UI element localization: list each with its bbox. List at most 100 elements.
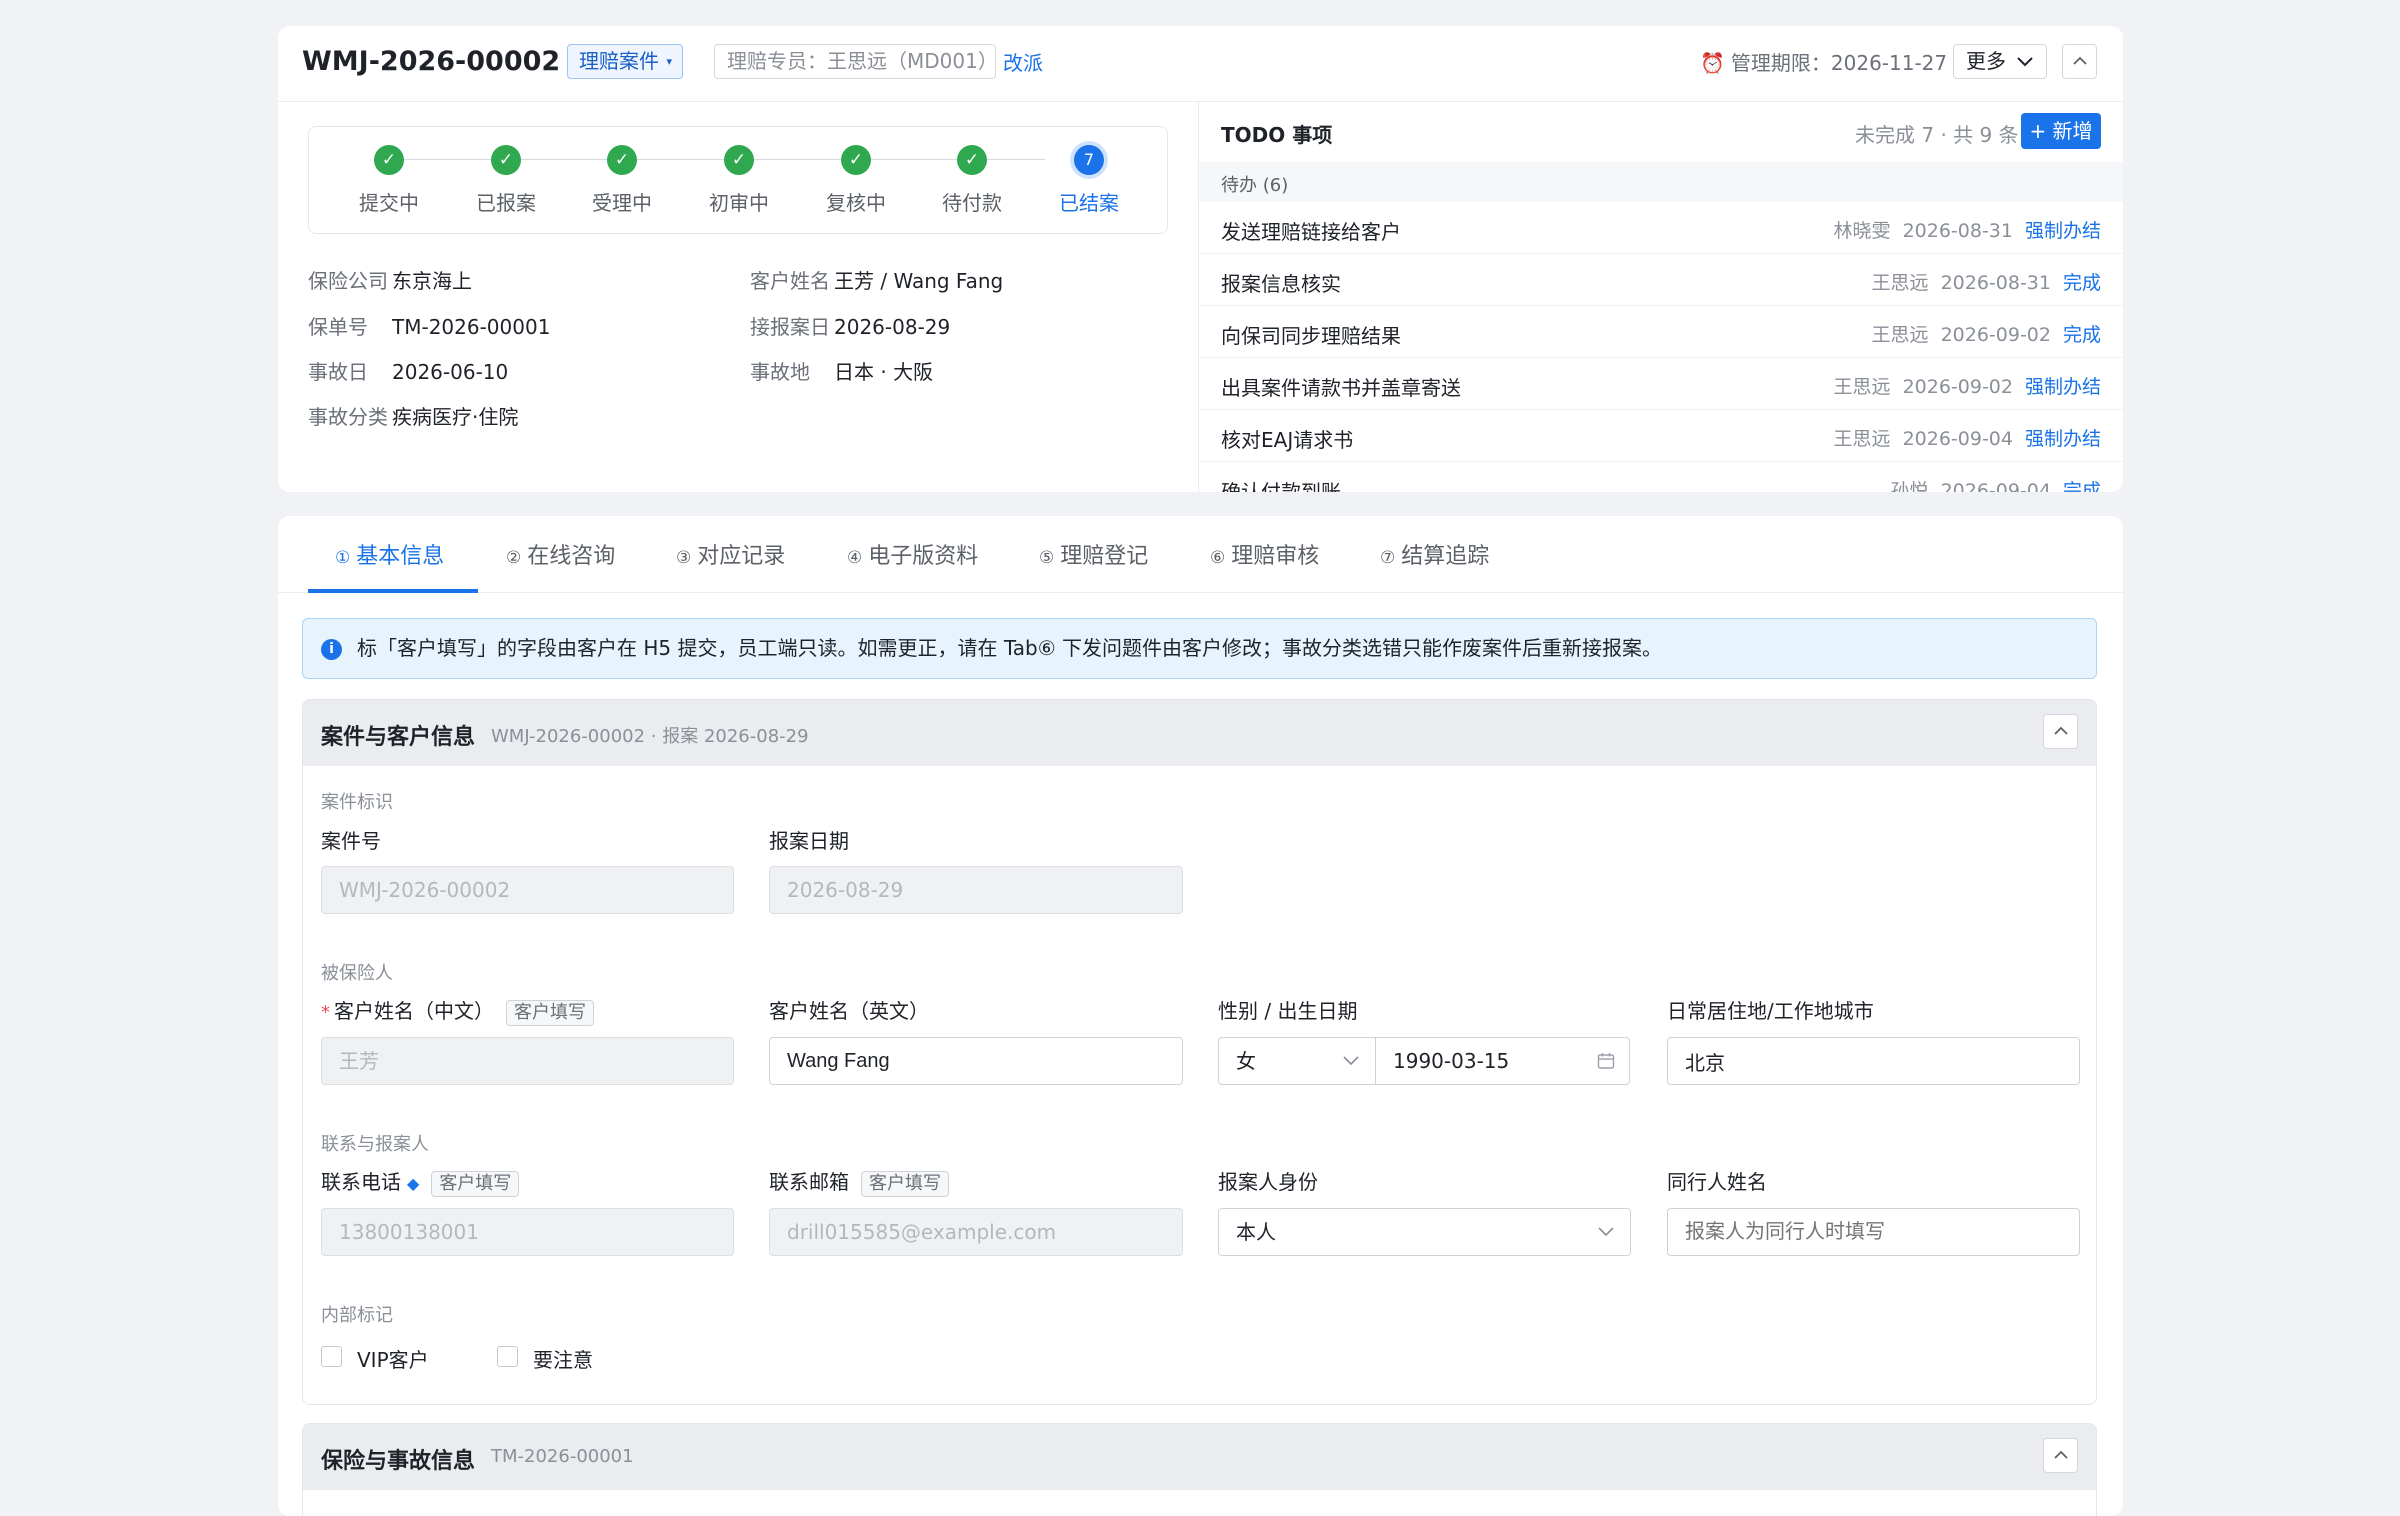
tab-claim-review[interactable]: ⑥ 理赔审核: [1210, 538, 1319, 570]
tab-settlement-tracking[interactable]: ⑦ 结算追踪: [1380, 538, 1489, 570]
todo-force-close-link[interactable]: 强制办结: [2025, 428, 2101, 450]
attention-checkbox[interactable]: [497, 1346, 518, 1367]
step-label: 提交中: [359, 191, 419, 215]
add-todo-button[interactable]: + 新增: [2021, 113, 2101, 149]
reassign-link[interactable]: 改派: [1003, 47, 1043, 76]
collapse-section-button[interactable]: [2043, 714, 2078, 749]
tab-claim-register[interactable]: ⑤ 理赔登记: [1039, 538, 1148, 570]
todo-complete-link[interactable]: 完成: [2063, 480, 2101, 492]
chevron-down-icon: [1343, 1056, 1359, 1066]
todo-complete-link[interactable]: 完成: [2063, 272, 2101, 294]
info-label: 保险公司: [308, 269, 388, 293]
step-label: 初审中: [709, 191, 769, 215]
info-notice: i 标「客户填写」的字段由客户在 H5 提交，员工端只读。如需更正，请在 Tab…: [302, 618, 2097, 679]
info-value: TM-2026-00001: [392, 315, 551, 339]
email-field: drill015585@example.com: [769, 1208, 1183, 1256]
info-value: 2026-06-10: [392, 360, 509, 384]
tab-bar: ① 基本信息 ② 在线咨询 ③ 对应记录 ④ 电子版资料 ⑤ 理赔登记 ⑥ 理赔审核 ⑦ 结算…: [278, 516, 2123, 593]
info-label: 保单号: [308, 315, 368, 339]
vip-checkbox[interactable]: [321, 1346, 342, 1367]
required-asterisk: *: [321, 1002, 330, 1023]
step-check-icon: ✓: [374, 145, 404, 175]
step-submitted: ✓ 提交中: [334, 145, 444, 216]
todo-item: 发送理赔链接给客户 林晓雯 2026-08-31 强制办结: [1199, 202, 2123, 254]
case-type-select[interactable]: 理赔案件 ▾: [567, 44, 683, 79]
todo-item: 向保司同步理赔结果 王思远 2026-09-02 完成: [1199, 306, 2123, 358]
todo-due-date: 2026-09-02: [1940, 324, 2051, 346]
companion-input[interactable]: [1667, 1208, 2080, 1256]
email-label: 联系邮箱 客户填写: [769, 1166, 949, 1197]
info-category: 事故分类 疾病医疗·住院: [308, 401, 518, 430]
info-accident-date: 事故日 2026-06-10: [308, 356, 508, 385]
customer-fill-tag: 客户填写: [861, 1171, 949, 1197]
name-cn-label-text: 客户姓名（中文）: [334, 999, 494, 1023]
step-check-icon: ✓: [841, 145, 871, 175]
chevron-up-icon: [2054, 726, 2068, 735]
step-check-icon: ✓: [957, 145, 987, 175]
notice-text: 标「客户填写」的字段由客户在 H5 提交，员工端只读。如需更正，请在 Tab⑥ …: [357, 636, 1662, 660]
info-value: 疾病医疗·住院: [392, 405, 519, 429]
tab-number: ④: [847, 548, 863, 568]
section-subtitle: WMJ-2026-00002 · 报案 2026-08-29: [491, 726, 809, 747]
tab-electronic-docs[interactable]: ④ 电子版资料: [847, 538, 978, 570]
step-check-icon: ✓: [724, 145, 754, 175]
todo-item-title: 发送理赔链接给客户: [1221, 220, 1401, 244]
todo-complete-link[interactable]: 完成: [2063, 324, 2101, 346]
name-en-input[interactable]: [769, 1037, 1183, 1085]
case-customer-section: 案件与客户信息 WMJ-2026-00002 · 报案 2026-08-29 案…: [302, 699, 2097, 1405]
group-label-contact: 联系与报案人: [321, 1134, 429, 1155]
todo-force-close-link[interactable]: 强制办结: [2025, 376, 2101, 398]
group-label-flags: 内部标记: [321, 1305, 393, 1326]
gender-select[interactable]: 女: [1218, 1037, 1376, 1085]
todo-group-header: 待办 (6): [1199, 162, 2123, 202]
phone-field: 13800138001: [321, 1208, 734, 1256]
info-value: 东京海上: [392, 269, 472, 293]
tab-number: ①: [335, 548, 351, 568]
section-title: 案件与客户信息: [321, 725, 476, 750]
info-value: 王芳 / Wang Fang: [834, 269, 1004, 293]
reporter-select[interactable]: 本人: [1218, 1208, 1631, 1256]
tab-label: 在线咨询: [527, 544, 616, 569]
tab-label: 理赔审核: [1231, 544, 1320, 569]
todo-item-title: 向保司同步理赔结果: [1221, 324, 1401, 348]
calendar-icon: [1597, 1053, 1615, 1069]
step-re-review: ✓ 复核中: [801, 145, 911, 216]
todo-assignee: 王思远: [1871, 324, 1929, 346]
chevron-up-icon: [2054, 1450, 2068, 1459]
customer-fill-tag: 客户填写: [431, 1171, 520, 1197]
city-input[interactable]: [1667, 1037, 2080, 1085]
tab-basic-info[interactable]: ① 基本信息: [335, 538, 444, 570]
todo-title: TODO 事项: [1221, 123, 1333, 147]
tab-label: 理赔登记: [1060, 544, 1149, 569]
tab-response-log[interactable]: ③ 对应记录: [676, 538, 785, 570]
collapse-section-button[interactable]: [2043, 1438, 2078, 1473]
step-pending-payment: ✓ 待付款: [917, 145, 1027, 216]
todo-item: 出具案件请款书并盖章寄送 王思远 2026-09-02 强制办结: [1199, 358, 2123, 410]
group-label-case-id: 案件标识: [321, 792, 393, 813]
step-label: 待付款: [942, 191, 1002, 215]
chevron-up-icon: [2073, 56, 2087, 65]
step-reported: ✓ 已报案: [451, 145, 561, 216]
tab-online-consult[interactable]: ② 在线咨询: [506, 538, 615, 570]
handler-field: 理赔专员：王思远（MD001）: [714, 44, 998, 79]
todo-item-title: 报案信息核实: [1221, 272, 1341, 296]
case-no-field: WMJ-2026-00002: [321, 866, 734, 914]
step-check-icon: ✓: [607, 145, 637, 175]
dob-date-picker[interactable]: 1990-03-15: [1375, 1037, 1630, 1085]
companion-label: 同行人姓名: [1667, 1170, 1767, 1194]
report-date-label: 报案日期: [769, 829, 849, 853]
todo-due-date: 2026-09-04: [1940, 480, 2051, 492]
info-customer: 客户姓名 王芳 / Wang Fang: [750, 265, 1003, 294]
phone-label-text: 联系电话: [321, 1170, 401, 1194]
todo-force-close-link[interactable]: 强制办结: [2025, 220, 2101, 242]
todo-item: 核对EAJ请求书 王思远 2026-09-04 强制办结: [1199, 410, 2123, 462]
todo-due-date: 2026-09-02: [1902, 376, 2013, 398]
info-label: 接报案日: [750, 315, 830, 339]
step-first-review: ✓ 初审中: [684, 145, 794, 216]
todo-assignee: 王思远: [1833, 376, 1891, 398]
reporter-label: 报案人身份: [1218, 1170, 1318, 1194]
collapse-header-button[interactable]: [2062, 44, 2097, 79]
tab-label: 结算追踪: [1401, 544, 1490, 569]
more-dropdown-button[interactable]: 更多: [1953, 44, 2047, 79]
gender-dob-label: 性别 / 出生日期: [1218, 999, 1358, 1023]
